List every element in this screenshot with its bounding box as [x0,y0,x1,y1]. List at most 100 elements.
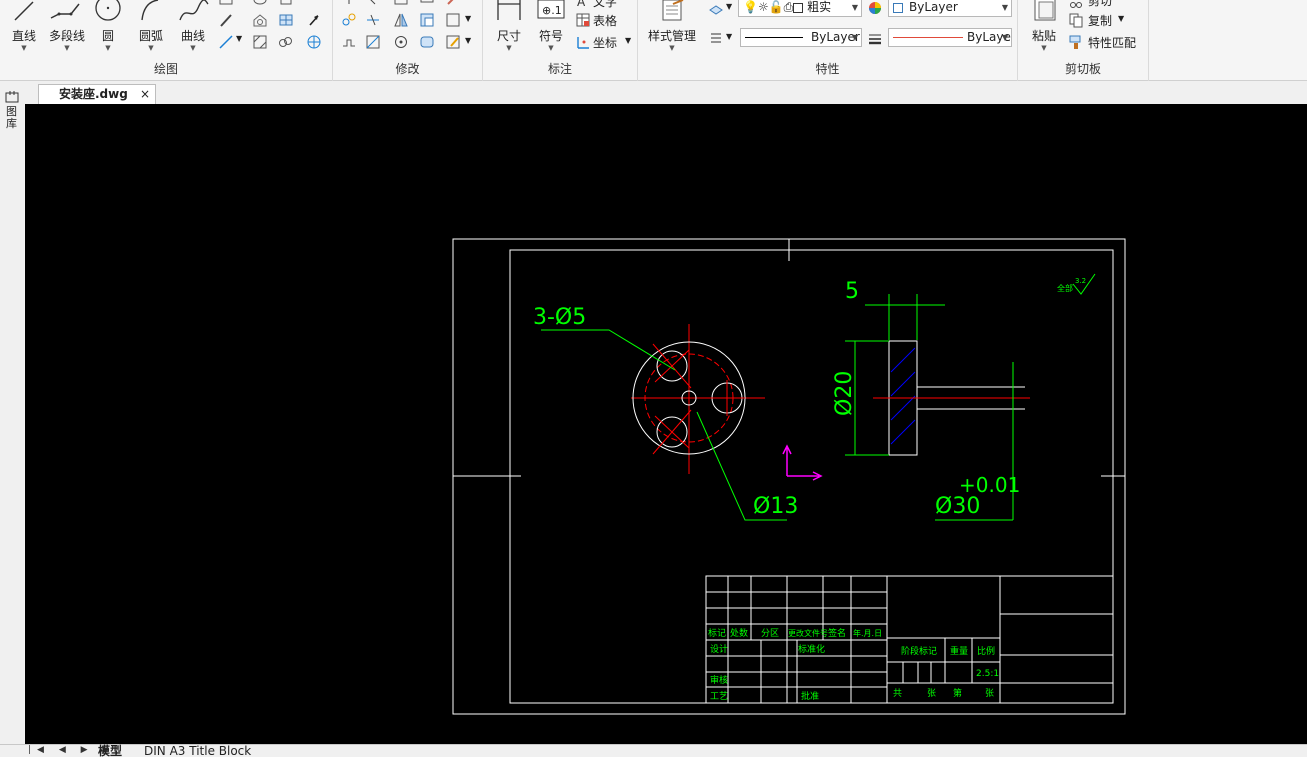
chevron-down-icon[interactable]: ▼ [465,14,471,23]
chevron-down-icon[interactable]: ▼ [236,34,242,43]
hatch-icon[interactable] [252,34,268,50]
chevron-down-icon[interactable]: ▼ [465,36,471,45]
cloud-icon[interactable] [278,34,294,50]
curve-button[interactable]: 曲线 ▼ [176,0,210,52]
cut-label[interactable]: 剪切 [1088,0,1112,9]
layout-tab-bar: |◀ ◀ ▶ ▶| 模型 DIN A3 Title Block [0,744,1307,757]
tb-sheets: 张 [927,688,936,699]
region-icon[interactable] [252,12,268,28]
tb-sheet2: 张 [985,688,994,699]
paste-button[interactable]: 粘贴 ▼ [1026,0,1062,52]
arc-button[interactable]: 圆弧 ▼ [134,0,168,52]
roughness-symbol: 全部 3.2 [1057,273,1096,295]
chevron-down-icon: ▼ [506,44,512,52]
table-icon[interactable] [575,12,591,28]
lineweight-dropdown[interactable]: ByLayer ▼ [888,28,1012,47]
polyline-icon [50,3,80,19]
scale-icon[interactable] [419,0,435,10]
erase-icon[interactable] [445,0,461,10]
mirror-triangle-icon[interactable] [393,12,409,28]
pen-icon[interactable] [218,12,234,28]
chevron-down-icon[interactable]: ▼ [726,32,732,41]
chevron-down-icon[interactable]: ▼ [726,2,732,11]
explode-icon[interactable] [419,12,435,28]
edit-icon[interactable] [445,34,461,50]
coordinate-label[interactable]: 坐标 [593,34,617,51]
properties-panel: 样式管理 ▼ ▼ ▼ 💡☼🔓⎙ 粗实 ▼ ByLayer ▼ ByLayer ▼ [638,0,1018,81]
match-properties-icon[interactable] [1068,34,1084,50]
chevron-down-icon: ▼ [548,44,554,52]
array-icon[interactable] [365,34,381,50]
rotate-icon[interactable] [365,0,381,10]
style-manager-button[interactable]: 样式管理 ▼ [644,0,700,52]
join-icon[interactable] [419,34,435,50]
draw-panel-title: 绘图 [153,62,178,76]
tb-stage: 阶段标记 [901,645,937,657]
tb-review: 审核 [710,674,728,686]
tab-din-a3[interactable]: DIN A3 Title Block [144,745,251,757]
chevron-down-icon[interactable]: ▼ [625,36,631,45]
sun-icon: ☼ [757,0,769,14]
roughness-value: 3.2 [1075,277,1086,285]
library-sidebar[interactable]: 图库 [0,86,24,746]
tab-model[interactable]: 模型 [98,745,122,757]
copy-label[interactable]: 复制 [1088,12,1112,29]
boundary-icon[interactable] [306,34,322,50]
document-tab[interactable]: 安装座.dwg × [38,84,156,104]
polyline-button[interactable]: 多段线 ▼ [45,0,89,52]
front-view: 3-Ø5 Ø13 [533,305,798,521]
dim-bolt-circle-text: Ø13 [753,494,798,519]
tb-process: 工艺 [710,691,728,702]
scissors-icon[interactable] [1068,0,1084,9]
offset-icon[interactable] [393,34,409,50]
stretch-icon[interactable] [341,34,357,50]
construction-line-icon[interactable] [218,34,234,50]
color-value: ByLayer [909,0,958,14]
library-label: 图库 [6,105,17,130]
arc-icon [141,0,159,21]
list-icon[interactable] [708,30,724,46]
tb-page: 第 [953,687,962,699]
linetype-dropdown[interactable]: ByLayer ▼ [740,28,862,47]
chevron-down-icon: ▼ [851,3,858,12]
symbol-button[interactable]: ⊕.1 符号 ▼ [533,0,569,52]
arrow-pick-icon[interactable] [306,12,322,28]
tb-count: 处数 [730,627,748,639]
tb-date: 年.月.日 [853,628,882,638]
move-icon[interactable] [341,0,357,10]
trim-icon[interactable] [365,12,381,28]
properties-panel-title: 特性 [815,62,840,76]
chevron-down-icon: ▼ [148,44,154,52]
text-label[interactable]: 文字 [593,0,617,10]
fillet-icon[interactable] [445,12,461,28]
tb-mark: 标记 [708,627,726,639]
svg-text:A: A [577,0,586,9]
tb-zone: 分区 [761,628,779,639]
color-dropdown[interactable]: ByLayer ▼ [888,0,1012,17]
dimension-button[interactable]: 尺寸 ▼ [491,0,527,52]
hatch-lines [890,347,916,445]
drawing-canvas[interactable]: 3-Ø5 Ø13 5 Ø20 Ø30 +0.01 全部 3.2 标记 处数 分区… [25,104,1307,744]
line-icon [14,1,34,21]
curve-label: 曲线 [180,29,205,43]
line-button[interactable]: 直线 ▼ [6,0,42,52]
layer-props-icon[interactable] [708,0,724,16]
ucs-icon [782,444,823,481]
chevron-down-icon: ▼ [105,44,111,52]
match-properties-label[interactable]: 特性匹配 [1088,34,1136,51]
circle-button[interactable]: 圆 ▼ [92,0,124,52]
color-wheel-icon[interactable] [867,0,883,16]
copy-icon[interactable] [1068,12,1084,28]
copy-object-icon[interactable] [341,12,357,28]
close-icon[interactable]: × [140,85,150,103]
text-icon[interactable]: A [575,0,591,10]
layer-dropdown[interactable]: 💡☼🔓⎙ 粗实 ▼ [738,0,862,17]
lineweight-icon[interactable] [867,30,883,46]
table-label[interactable]: 表格 [593,12,617,29]
mirror-icon[interactable] [393,0,409,10]
coordinate-icon[interactable] [575,34,591,50]
table-grid-icon[interactable] [278,12,294,28]
tb-scale: 比例 [977,645,995,657]
chevron-down-icon[interactable]: ▼ [1118,14,1124,23]
symbol-icon: ⊕.1 [537,0,565,19]
